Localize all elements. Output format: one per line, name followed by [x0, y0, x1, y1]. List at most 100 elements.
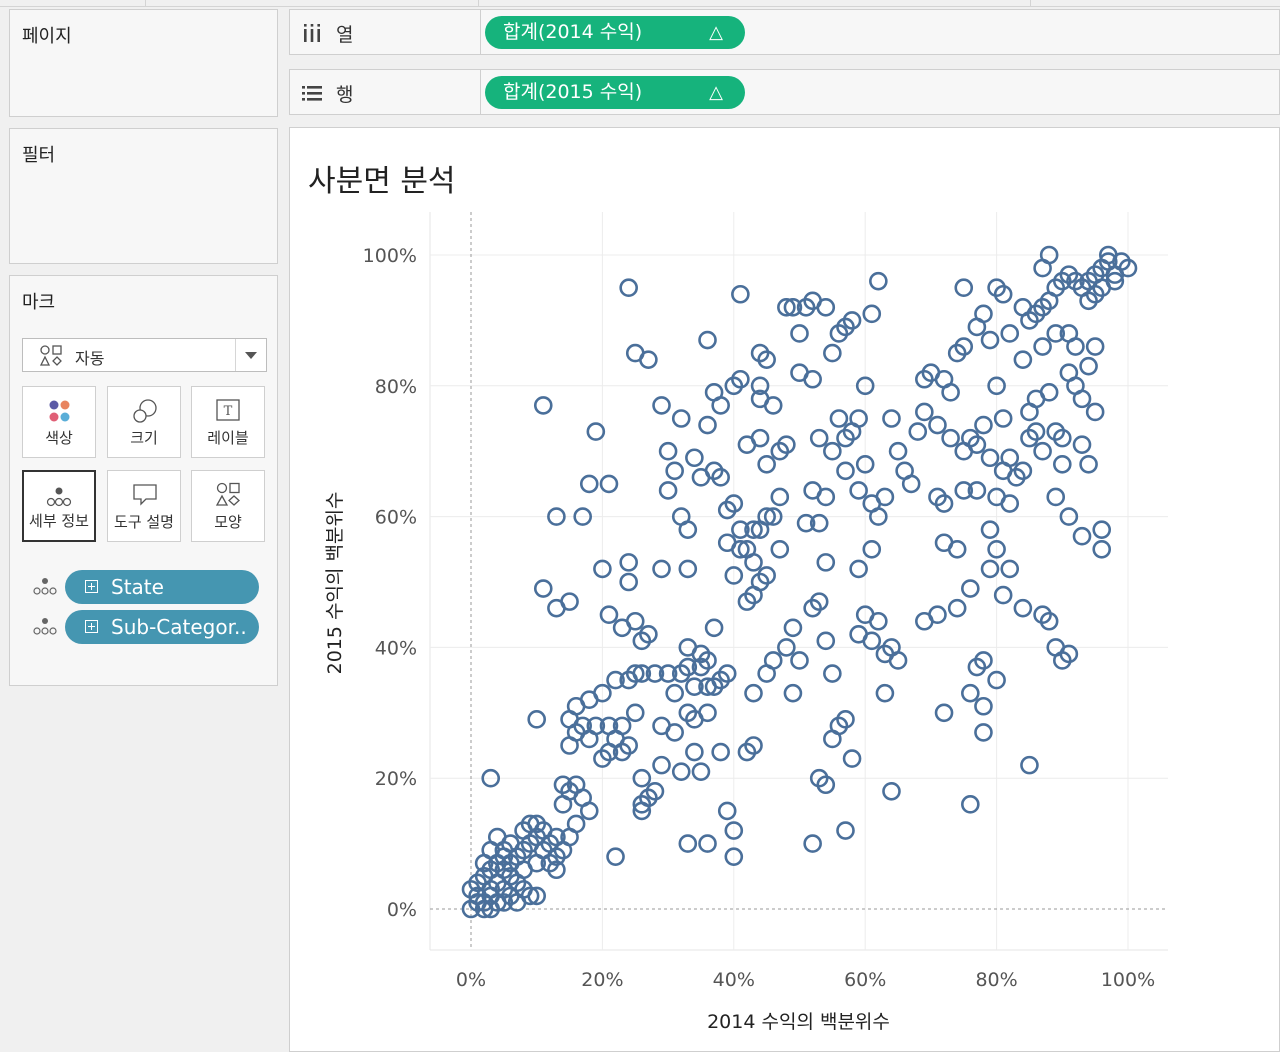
filters-card[interactable]: 필터: [9, 128, 278, 264]
color-label: 색상: [45, 429, 73, 447]
columns-shelf-label: 열: [336, 24, 354, 46]
scatter-point: [974, 696, 993, 716]
detail-button[interactable]: 세부 정보: [22, 470, 96, 542]
scatter-point: [1000, 559, 1020, 579]
rows-icon: [302, 86, 322, 101]
y-tick-label: 80%: [375, 376, 417, 398]
scatter-point: [1020, 755, 1039, 775]
scatter-point: [974, 304, 993, 324]
scatter-point: [652, 559, 671, 579]
table-calc-delta-icon: △: [709, 22, 723, 43]
scatter-point: [961, 795, 980, 814]
scatter-point: [711, 396, 730, 415]
filters-title: 필터: [22, 145, 56, 166]
rows-field-pill[interactable]: 합계(2015 수익) △: [485, 76, 745, 109]
scatter-point: [1072, 435, 1092, 454]
scatter-point: [1072, 389, 1092, 409]
scatter-point: [685, 448, 704, 468]
scatter-point: [928, 415, 947, 435]
mark-type-dropdown[interactable]: 자동: [22, 338, 267, 372]
scatter-point: [770, 487, 790, 507]
scatter-point: [862, 304, 882, 324]
table-calc-delta-icon: △: [709, 82, 723, 103]
scatter-point: [606, 847, 625, 866]
x-tick-label: 60%: [844, 969, 886, 991]
scatter-point: [836, 461, 855, 481]
x-tick-label: 100%: [1101, 969, 1155, 991]
pages-title: 페이지: [22, 26, 72, 47]
state-detail-pill[interactable]: State: [65, 570, 259, 604]
scatter-point: [579, 474, 599, 494]
scatter-point: [934, 703, 954, 723]
scatter-point: [980, 559, 1000, 579]
scatter-point: [1000, 324, 1020, 343]
scatter-point: [862, 631, 882, 651]
scatter-point: [1085, 337, 1105, 356]
subcategory-detail-pill[interactable]: Sub-Categor..: [65, 610, 259, 644]
scatter-point: [915, 402, 934, 422]
scatter-point: [836, 821, 855, 840]
expand-plus-icon[interactable]: [85, 620, 98, 633]
pages-card[interactable]: 페이지: [9, 9, 278, 117]
scatter-point: [875, 683, 895, 703]
scatter-point: [901, 474, 921, 494]
scatter-point: [1092, 539, 1112, 559]
scatter-point: [849, 559, 868, 579]
state-pill-label: State: [111, 575, 164, 599]
scatter-point: [744, 683, 763, 703]
marks-title: 마크: [22, 292, 56, 313]
expand-plus-icon[interactable]: [85, 580, 98, 593]
scatter-point: [842, 749, 862, 768]
scatter-point: [790, 651, 809, 670]
size-button[interactable]: 크기: [107, 386, 181, 458]
x-tick-label: 80%: [975, 969, 1017, 991]
scatter-chart: 0% 20% 40% 60% 80% 100% 0% 20% 40% 60% 80% 100% 2014…: [324, 212, 1168, 1033]
scatter-point: [947, 539, 967, 559]
scatter-point: [961, 683, 980, 703]
top-strip-divider: [478, 0, 479, 6]
scatter-point: [790, 324, 809, 343]
svg-text:T: T: [224, 404, 233, 419]
scatter-point: [1079, 454, 1098, 474]
scatter-point: [678, 559, 698, 579]
scatter-point: [941, 383, 960, 402]
scatter-point: [980, 520, 1000, 539]
tooltip-button[interactable]: 도구 설명: [107, 470, 181, 542]
shape-label: 모양: [214, 513, 242, 531]
color-button[interactable]: 색상: [22, 386, 96, 458]
scatter-point: [652, 396, 671, 415]
scatter-point: [783, 618, 803, 638]
scatter-point: [685, 742, 704, 762]
color-dots-icon: [49, 400, 70, 422]
label-button[interactable]: T 레이블: [191, 386, 265, 458]
scatter-point: [586, 422, 606, 441]
scatter-point: [869, 611, 888, 631]
scatter-point: [980, 330, 1000, 350]
columns-field-pill[interactable]: 합계(2014 수익) △: [485, 16, 745, 49]
chevron-down-icon[interactable]: [235, 339, 266, 371]
scatter-point: [711, 742, 730, 762]
top-strip-divider: [145, 0, 146, 6]
rows-shelf[interactable]: 행 합계(2015 수익) △: [289, 69, 1280, 115]
scatter-point: [954, 278, 974, 297]
y-tick-label: 20%: [375, 768, 417, 790]
x-tick-label: 0%: [456, 969, 486, 991]
columns-shelf[interactable]: 열 합계(2014 수익) △: [289, 9, 1280, 55]
scatter-point: [816, 553, 836, 572]
scatter-point: [980, 448, 1000, 468]
scatter-point: [915, 611, 934, 631]
size-label: 크기: [130, 429, 158, 447]
scatter-point: [941, 428, 960, 448]
scatter-point: [678, 520, 698, 539]
scatter-point: [1052, 454, 1072, 474]
scatter-point: [566, 814, 586, 834]
scatter-point: [698, 415, 717, 435]
scatter-point: [639, 350, 658, 369]
scatter-point: [619, 553, 638, 572]
scatter-point: [869, 271, 888, 291]
tooltip-label: 도구 설명: [114, 513, 174, 531]
scatter-point: [1046, 487, 1066, 507]
x-tick-label: 40%: [713, 969, 755, 991]
scatter-point: [947, 598, 967, 618]
shape-button[interactable]: 모양: [191, 470, 265, 542]
